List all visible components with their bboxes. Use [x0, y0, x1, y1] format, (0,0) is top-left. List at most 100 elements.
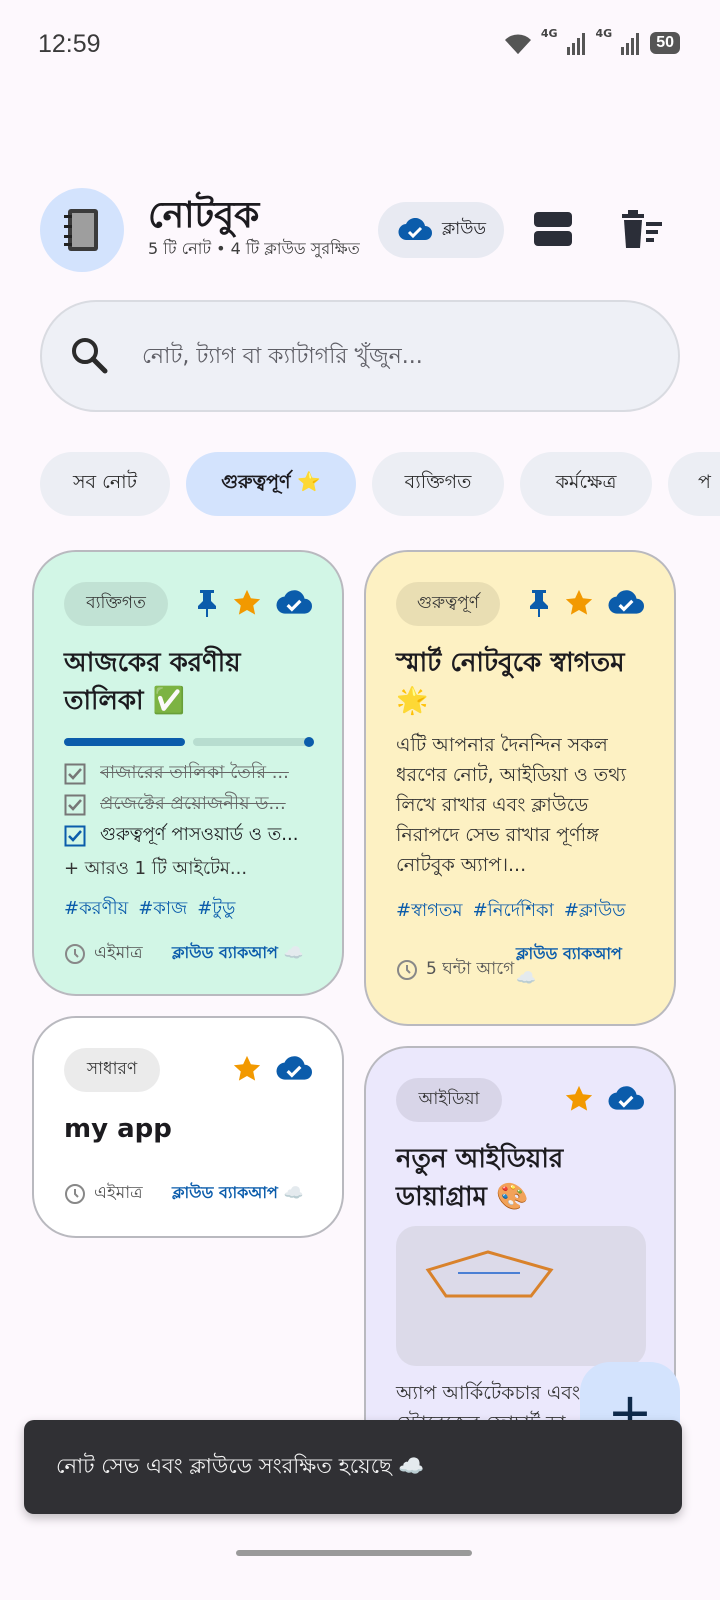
note-title: আজকের করণীয় তালিকা ✅ [64, 644, 241, 720]
app-header: নোটবুক 5 টি নোট • 4 টি ক্লাউড সুরক্ষিত ক… [0, 184, 720, 274]
tag-list: #করণীয় #কাজ #টুডু [64, 894, 235, 925]
category-badge: সাধারণ [64, 1048, 160, 1092]
progress-fill [64, 738, 185, 746]
checklist-item[interactable]: গুরুত্বপূর্ণ পাসওয়ার্ড ও ত... [64, 820, 310, 851]
note-card[interactable]: ব্যক্তিগত আজকের করণীয় তালিকা ✅ বাজারের … [32, 550, 344, 996]
filter-chip-partial[interactable]: প [668, 452, 720, 516]
note-timestamp: 5 ঘন্টা আগে [396, 956, 514, 984]
delete-sweep-icon[interactable] [618, 206, 666, 254]
note-time: এইমাত্র [94, 1183, 143, 1203]
notebook-icon [40, 188, 124, 272]
status-bar: 12:59 4G 4G 50 [0, 0, 720, 92]
cloud-icon: ☁️ [516, 968, 536, 987]
filter-chip-important[interactable]: গুরুত্বপূর্ণ ⭐ [186, 452, 356, 516]
note-time: এইমাত্র [94, 943, 143, 963]
note-card[interactable]: সাধারণ my app এইমাত্র ক্লাউড ব্যাকআপ ☁️ [32, 1016, 344, 1238]
tag[interactable]: #ক্লাউড [564, 896, 626, 927]
checkbox-checked-icon[interactable] [64, 825, 86, 847]
note-body: এটি আপনার দৈনন্দিন সকল ধরণের নোট, আইডিয়… [396, 730, 646, 880]
note-time: 5 ঘন্টা আগে [426, 959, 515, 979]
diagram-preview[interactable] [396, 1226, 646, 1366]
tag[interactable]: #করণীয় [64, 894, 128, 925]
grid-view-icon[interactable] [530, 206, 576, 252]
star-icon[interactable] [564, 1084, 594, 1114]
checklist-item[interactable]: প্রজেক্টের প্রয়োজনীয় ড... [64, 789, 310, 820]
backup-text: ক্লাউড ব্যাকআপ [172, 1183, 278, 1202]
cloud-sync-chip[interactable]: ক্লাউড [378, 202, 504, 258]
checkbox-checked-icon[interactable] [64, 763, 86, 785]
clock-icon [65, 1184, 85, 1204]
cloud-backup-label: ক্লাউড ব্যাকআপ ☁️ [172, 1180, 303, 1207]
snackbar-message: নোট সেভ এবং ক্লাউডে সংরক্ষিত হয়েছে ☁️ [24, 1420, 682, 1514]
signal-icon [566, 33, 585, 55]
checklist-item-text: প্রজেক্টের প্রয়োজনীয় ড... [100, 793, 286, 814]
note-title: স্মার্ট নোটবুকে স্বাগতম 🌟 [396, 644, 656, 720]
signal-icon [621, 33, 640, 55]
star-icon[interactable] [232, 1054, 262, 1084]
checklist-item-text: গুরুত্বপূর্ণ পাসওয়ার্ড ও ত... [100, 824, 299, 845]
network-label-2: 4G [595, 26, 613, 40]
cloud-done-icon [276, 590, 312, 614]
search-icon [72, 338, 108, 374]
note-body-line: লিখে রাখার এবং ক্লাউডে [396, 794, 589, 816]
network-label-1: 4G [540, 26, 558, 40]
pin-icon[interactable] [528, 588, 550, 618]
more-items-label: + আরও 1 টি আইটেম... [64, 858, 248, 879]
cloud-icon: ☁️ [283, 1183, 304, 1202]
checklist-item-text: বাজারের তালিকা তৈরি ... [100, 762, 289, 783]
note-body-line: নিরাপদে সেভ রাখার পূর্ণাঙ্গ [396, 824, 599, 846]
progress-track [193, 738, 314, 746]
filter-chip-personal[interactable]: ব্যক্তিগত [372, 452, 504, 516]
progress-end-dot [304, 737, 314, 747]
cloud-done-icon [276, 1056, 312, 1080]
cloud-backup-label: ক্লাউড ব্যাকআপ ☁️ [172, 940, 303, 967]
note-status-icons [528, 588, 644, 618]
note-status-icons [564, 1084, 644, 1114]
checklist-progress-bar [64, 737, 314, 747]
cloud-done-icon [608, 1086, 644, 1110]
note-body-line: ধরণের নোট, আইডিয়া ও তথ্য [396, 764, 627, 786]
filter-chip-all[interactable]: সব নোট [40, 452, 170, 516]
backup-text: ক্লাউড ব্যাকআপ [516, 944, 622, 963]
note-title-line: তালিকা ✅ [64, 686, 186, 716]
category-badge: আইডিয়া [396, 1078, 502, 1122]
note-title-line: 🌟 [396, 686, 429, 716]
note-status-icons [196, 588, 312, 618]
wifi-icon [504, 34, 531, 54]
search-bar[interactable] [40, 300, 680, 412]
checklist-item[interactable]: বাজারের তালিকা তৈরি ... [64, 758, 310, 789]
filter-chip-work[interactable]: কর্মক্ষেত্র [520, 452, 652, 516]
note-title-line: নতুন আইডিয়ার [396, 1144, 564, 1174]
clock-icon [397, 960, 417, 980]
tag[interactable]: #কাজ [138, 894, 187, 925]
filter-chip-row: সব নোট গুরুত্বপূর্ণ ⭐ ব্যক্তিগত কর্মক্ষে… [40, 452, 720, 518]
cloud-done-icon [608, 590, 644, 614]
note-title: নতুন আইডিয়ার ডায়াগ্রাম 🎨 [396, 1140, 563, 1216]
battery-indicator: 50 [650, 32, 680, 54]
note-title-line: স্মার্ট নোটবুকে স্বাগতম [396, 648, 625, 678]
status-time: 12:59 [38, 30, 101, 58]
note-status-icons [232, 1054, 312, 1084]
note-card[interactable]: গুরুত্বপূর্ণ স্মার্ট নোটবুকে স্বাগতম 🌟 এ… [364, 550, 676, 1026]
tag-list: #স্বাগতম #নির্দেশিকা #ক্লাউড [396, 896, 626, 927]
cloud-backup-label: ক্লাউড ব্যাকআপ ☁️ [516, 942, 646, 990]
cloud-done-icon [398, 218, 432, 241]
pin-icon[interactable] [196, 588, 218, 618]
status-icons: 4G 4G 50 [503, 26, 680, 56]
tag[interactable]: #নির্দেশিকা [473, 896, 554, 927]
clock-icon [65, 944, 85, 964]
star-icon[interactable] [564, 588, 594, 618]
note-body-line: এটি আপনার দৈনন্দিন সকল [396, 734, 608, 756]
star-icon[interactable] [232, 588, 262, 618]
search-input[interactable] [142, 334, 642, 378]
backup-text: ক্লাউড ব্যাকআপ [172, 943, 278, 962]
cloud-icon: ☁️ [283, 943, 304, 962]
tag[interactable]: #স্বাগতম [396, 896, 463, 927]
checkbox-checked-icon[interactable] [64, 794, 86, 816]
notes-summary: 5 টি নোট • 4 টি ক্লাউড সুরক্ষিত [148, 239, 360, 258]
diagram-sketch [425, 1250, 554, 1298]
cloud-chip-label: ক্লাউড [442, 219, 486, 239]
gesture-nav-bar[interactable] [236, 1550, 472, 1556]
tag[interactable]: #টুডু [197, 894, 235, 925]
note-body-line: নোটবুক অ্যাপ।... [396, 854, 527, 876]
